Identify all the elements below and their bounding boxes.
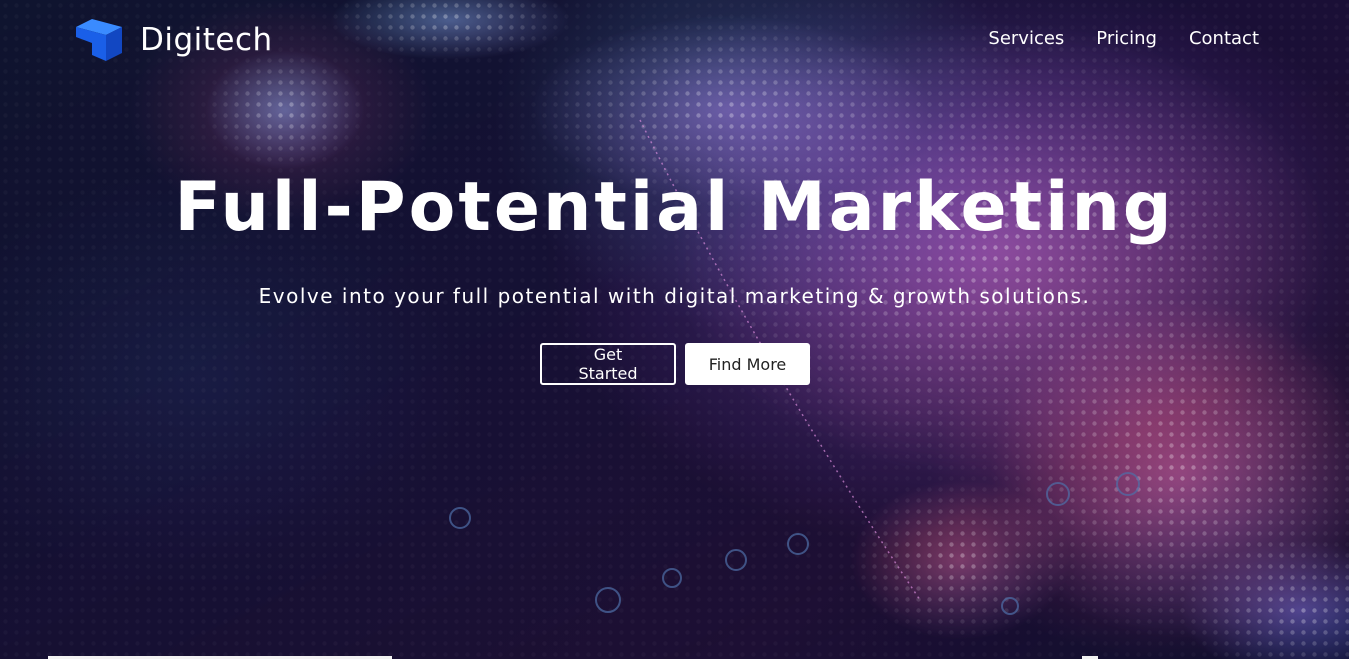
hero-subtitle: Evolve into your full potential with dig… [258,284,1091,308]
hero-title: Full-Potential Marketing [174,168,1175,247]
find-more-button[interactable]: Find More [685,343,810,385]
cube-logo-icon [76,19,122,61]
hero-section: Digitech Services Pricing Contact Full-P… [0,0,1349,659]
nav-link-contact[interactable]: Contact [1189,28,1259,49]
brand-logo-link[interactable]: Digitech [74,16,273,64]
dotted-world-map-background [0,0,1349,659]
get-started-button[interactable]: Get Started [540,343,676,385]
hero-cta-group: Get Started Find More [540,343,810,385]
brand-name: Digitech [140,22,273,58]
main-menu: Services Pricing Contact [988,28,1259,49]
top-navigation: Digitech Services Pricing Contact [0,0,1349,80]
nav-link-services[interactable]: Services [988,28,1064,49]
nav-link-pricing[interactable]: Pricing [1096,28,1157,49]
